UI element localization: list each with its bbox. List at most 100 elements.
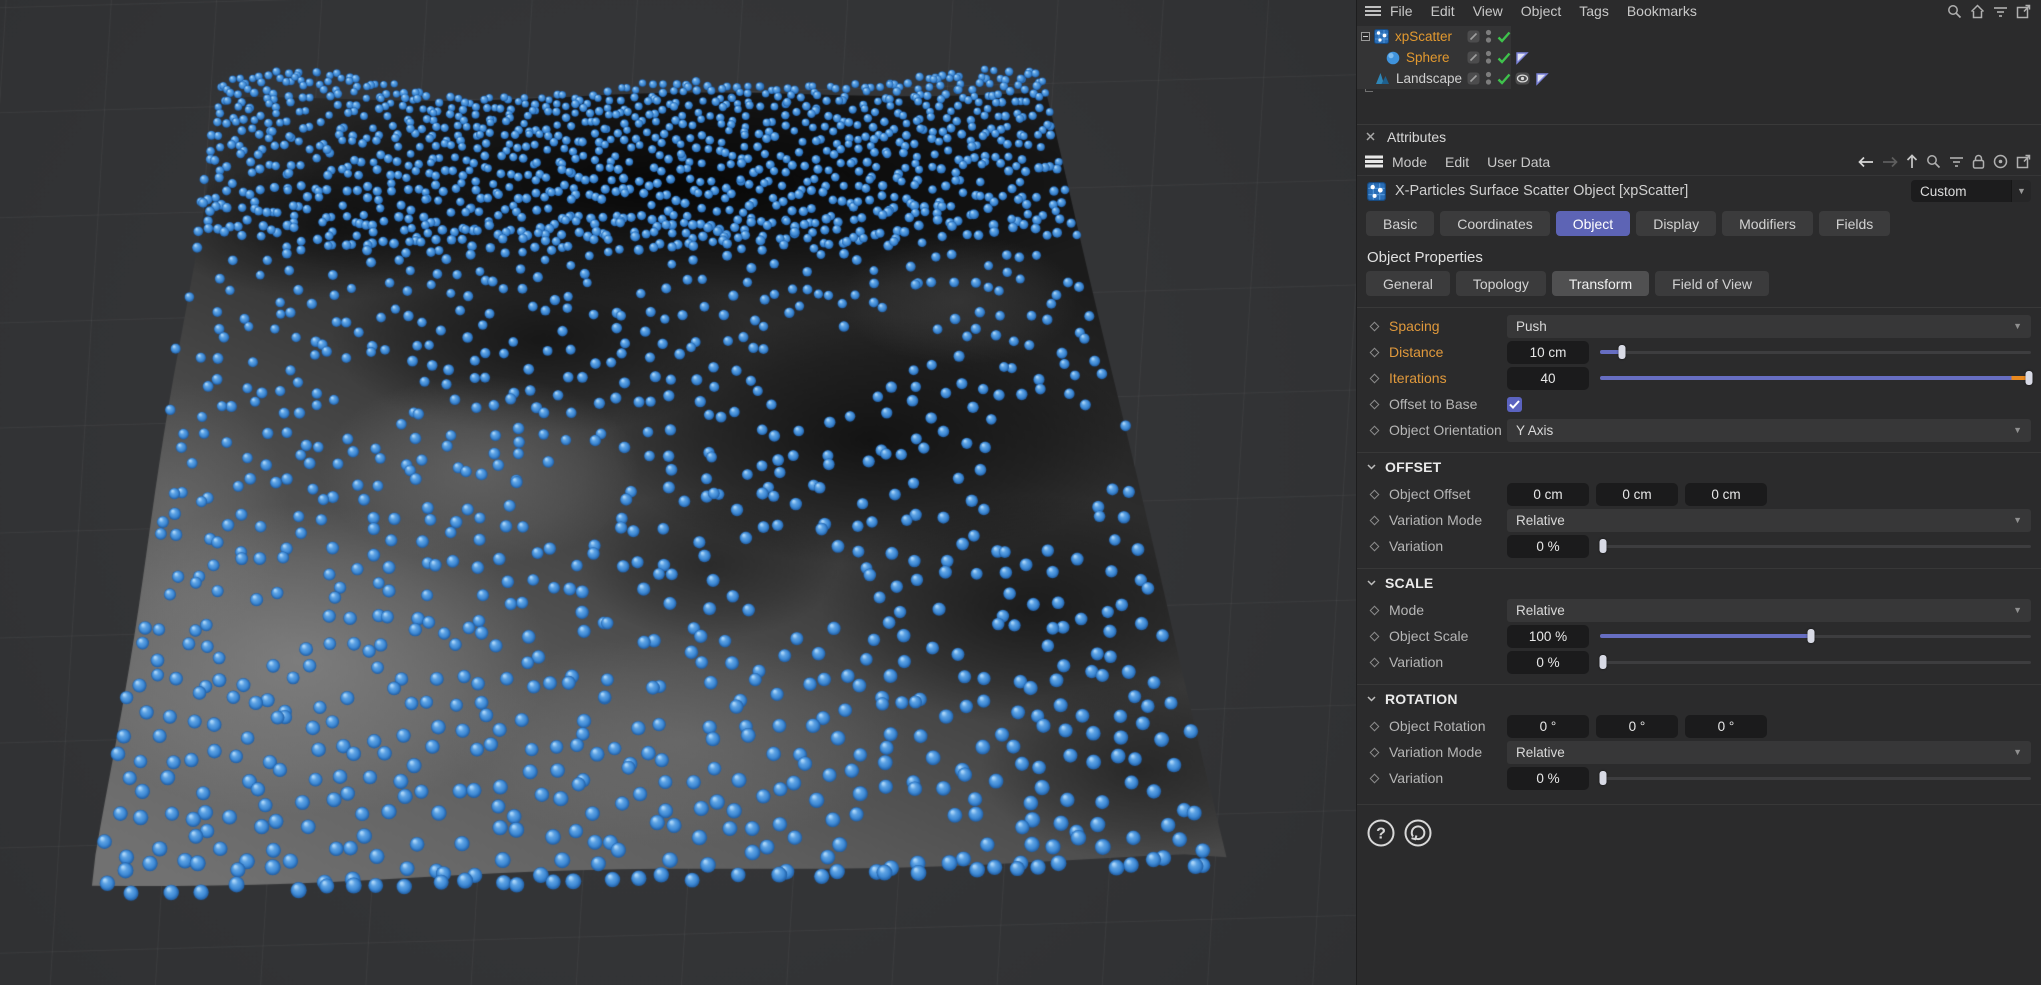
edit-toggle-icon[interactable] (1467, 72, 1480, 85)
tab-topology[interactable]: Topology (1456, 271, 1546, 296)
rotation-variation-slider[interactable] (1600, 770, 2031, 786)
keyframe-diamond-icon[interactable] (1370, 399, 1380, 409)
keyframe-diamond-icon[interactable] (1370, 747, 1380, 757)
distance-input[interactable]: 10 cm (1507, 341, 1589, 364)
menu-mode[interactable]: Mode (1383, 154, 1436, 170)
dropdown-arrow-icon[interactable]: ▼ (2011, 180, 2031, 202)
slider-handle[interactable] (1808, 629, 1815, 643)
iterations-input[interactable]: 40 (1507, 367, 1589, 390)
slider-handle[interactable] (1600, 655, 1607, 669)
slider-handle[interactable] (1600, 539, 1607, 553)
menu-bookmarks[interactable]: Bookmarks (1618, 3, 1706, 19)
iterations-slider[interactable] (1600, 370, 2031, 386)
scale-variation-slider[interactable] (1600, 654, 2031, 670)
keyframe-diamond-icon[interactable] (1370, 657, 1380, 667)
offset-variation-mode-dropdown[interactable]: Relative▼ (1507, 509, 2031, 532)
slider-handle[interactable] (1600, 771, 1607, 785)
help-icon[interactable]: ? (1366, 818, 1396, 848)
hamburger-icon[interactable] (1365, 5, 1381, 17)
object-scale-input[interactable]: 100 % (1507, 625, 1589, 648)
popout-icon[interactable] (2016, 154, 2031, 169)
keyframe-diamond-icon[interactable] (1370, 347, 1380, 357)
expand-toggle-icon[interactable] (1361, 32, 1370, 41)
phong-tag-icon[interactable] (1515, 51, 1529, 65)
close-icon[interactable] (1366, 132, 1375, 141)
keyframe-diamond-icon[interactable] (1370, 631, 1380, 641)
keyframe-diamond-icon[interactable] (1370, 425, 1380, 435)
rotation-p-input[interactable]: 0 ° (1596, 715, 1678, 738)
display-tag-icon[interactable] (1515, 72, 1530, 85)
popout-icon[interactable] (2016, 4, 2031, 19)
up-arrow-icon[interactable] (1906, 154, 1918, 169)
distance-slider[interactable] (1600, 344, 2031, 360)
tab-coordinates[interactable]: Coordinates (1440, 211, 1550, 236)
menu-tags[interactable]: Tags (1570, 3, 1618, 19)
offset-y-input[interactable]: 0 cm (1596, 483, 1678, 506)
enabled-check-icon[interactable] (1497, 73, 1511, 85)
offset-to-base-checkbox[interactable] (1507, 397, 1522, 412)
forward-arrow-icon[interactable] (1882, 156, 1898, 168)
keyframe-diamond-icon[interactable] (1370, 541, 1380, 551)
keyframe-diamond-icon[interactable] (1370, 773, 1380, 783)
reset-icon[interactable] (1403, 818, 1433, 848)
slider-handle[interactable] (1618, 345, 1625, 359)
object-row-sphere[interactable]: Sphere (1357, 47, 2041, 68)
enabled-check-icon[interactable] (1497, 52, 1511, 64)
offset-variation-slider[interactable] (1600, 538, 2031, 554)
tab-display[interactable]: Display (1636, 211, 1716, 236)
scale-variation-input[interactable]: 0 % (1507, 651, 1589, 674)
enabled-check-icon[interactable] (1497, 31, 1511, 43)
object-name[interactable]: xpScatter (1395, 29, 1452, 44)
rotation-b-input[interactable]: 0 ° (1685, 715, 1767, 738)
rotation-h-input[interactable]: 0 ° (1507, 715, 1589, 738)
scale-mode-dropdown[interactable]: Relative▼ (1507, 599, 2031, 622)
tab-modifiers[interactable]: Modifiers (1722, 211, 1813, 236)
keyframe-diamond-icon[interactable] (1370, 489, 1380, 499)
menu-file[interactable]: File (1381, 3, 1422, 19)
tab-object[interactable]: Object (1556, 211, 1630, 236)
target-icon[interactable] (1993, 154, 2008, 169)
object-row-xpscatter[interactable]: xpScatter (1357, 26, 2041, 47)
filter-icon[interactable] (1993, 5, 2008, 18)
slider-handle[interactable] (2025, 371, 2032, 385)
visibility-dots-icon[interactable] (1485, 29, 1492, 44)
section-offset[interactable]: OFFSET (1357, 452, 2041, 481)
rotation-variation-input[interactable]: 0 % (1507, 767, 1589, 790)
tab-basic[interactable]: Basic (1366, 211, 1434, 236)
visibility-dots-icon[interactable] (1485, 71, 1492, 86)
keyframe-diamond-icon[interactable] (1370, 321, 1380, 331)
back-arrow-icon[interactable] (1858, 156, 1874, 168)
preset-value[interactable]: Custom (1911, 180, 2011, 202)
keyframe-diamond-icon[interactable] (1370, 373, 1380, 383)
tab-transform[interactable]: Transform (1552, 271, 1649, 296)
spacing-dropdown[interactable]: Push▼ (1507, 315, 2031, 338)
section-rotation[interactable]: ROTATION (1357, 684, 2041, 713)
menu-user-data[interactable]: User Data (1478, 154, 1559, 170)
tab-field-of-view[interactable]: Field of View (1655, 271, 1769, 296)
menu-object[interactable]: Object (1512, 3, 1570, 19)
section-scale[interactable]: SCALE (1357, 568, 2041, 597)
preset-dropdown[interactable]: Custom ▼ (1911, 180, 2031, 202)
edit-toggle-icon[interactable] (1467, 30, 1480, 43)
hamburger-icon[interactable] (1365, 155, 1383, 168)
visibility-dots-icon[interactable] (1485, 50, 1492, 65)
rotation-variation-mode-dropdown[interactable]: Relative▼ (1507, 741, 2031, 764)
object-name[interactable]: Landscape (1396, 71, 1462, 86)
viewport-3d[interactable] (0, 0, 1356, 985)
keyframe-diamond-icon[interactable] (1370, 515, 1380, 525)
filter-icon[interactable] (1949, 155, 1964, 168)
offset-z-input[interactable]: 0 cm (1685, 483, 1767, 506)
object-name[interactable]: Sphere (1406, 50, 1450, 65)
search-icon[interactable] (1947, 4, 1962, 19)
lock-icon[interactable] (1972, 154, 1985, 169)
offset-variation-input[interactable]: 0 % (1507, 535, 1589, 558)
object-scale-slider[interactable] (1600, 628, 2031, 644)
menu-view[interactable]: View (1464, 3, 1512, 19)
menu-edit[interactable]: Edit (1436, 154, 1478, 170)
tab-general[interactable]: General (1366, 271, 1450, 296)
edit-toggle-icon[interactable] (1467, 51, 1480, 64)
search-icon[interactable] (1926, 154, 1941, 169)
tab-fields[interactable]: Fields (1819, 211, 1890, 236)
phong-tag-icon[interactable] (1535, 72, 1549, 86)
keyframe-diamond-icon[interactable] (1370, 605, 1380, 615)
